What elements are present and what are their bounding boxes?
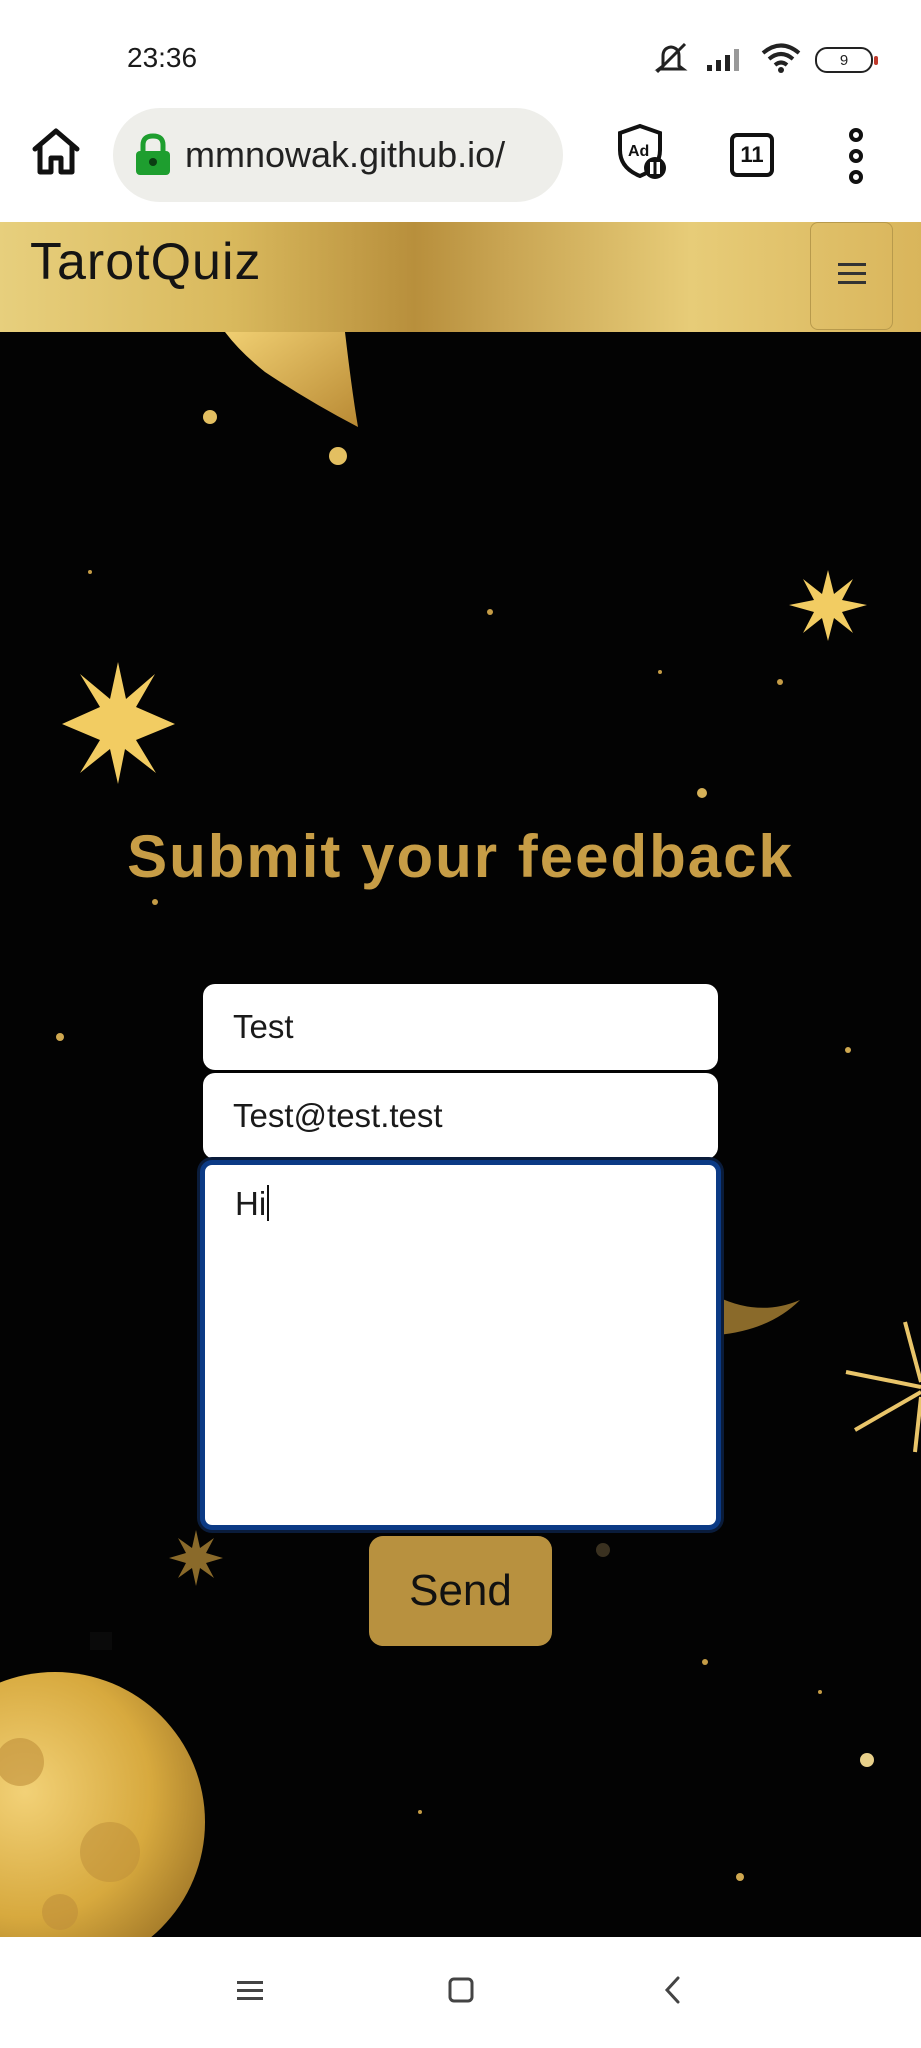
signal-icon <box>705 43 747 77</box>
hamburger-icon <box>837 257 867 295</box>
status-bar: 23:36 9 <box>0 0 921 100</box>
star-left <box>62 662 175 784</box>
site-navbar: TarotQuiz <box>0 222 921 332</box>
back-button[interactable] <box>648 1967 698 2017</box>
battery-icon: 9 <box>815 47 878 73</box>
adblock-button[interactable]: Ad <box>612 122 672 186</box>
name-input[interactable]: Test <box>203 984 718 1070</box>
site-brand[interactable]: TarotQuiz <box>30 232 262 292</box>
crescent-moon-middle <box>718 1297 800 1335</box>
more-icon-dot <box>849 128 863 142</box>
address-bar[interactable]: mmnowak.github.io/ <box>113 108 563 202</box>
home-icon <box>30 127 82 181</box>
more-icon-dot <box>849 149 863 163</box>
email-input[interactable]: Test@test.test <box>203 1073 718 1159</box>
star-right <box>789 570 867 641</box>
feedback-section: Submit your feedback Test Test@test.test… <box>0 332 921 1937</box>
wifi-icon <box>761 42 801 78</box>
home-square-icon <box>447 1976 475 2008</box>
tabs-button[interactable]: 11 <box>730 133 774 177</box>
send-button[interactable]: Send <box>369 1536 552 1646</box>
system-navigation-bar <box>0 1937 921 2048</box>
message-text: Hi <box>235 1185 267 1222</box>
crescent-moon-top <box>225 332 358 427</box>
home-button[interactable] <box>26 124 86 184</box>
system-home-button[interactable] <box>436 1967 486 2017</box>
back-icon <box>662 1975 684 2009</box>
message-textarea[interactable]: Hi <box>200 1160 721 1530</box>
lock-icon <box>131 133 175 177</box>
sparkle-right <box>845 1321 921 1453</box>
nav-toggle-button[interactable] <box>810 222 893 330</box>
url-text: mmnowak.github.io/ <box>185 134 506 175</box>
mute-icon <box>651 40 691 80</box>
adblock-icon: Ad <box>615 122 669 186</box>
status-time: 23:36 <box>127 42 198 73</box>
star-small <box>169 1530 223 1586</box>
text-caret <box>267 1185 270 1221</box>
more-icon-dot <box>849 170 863 184</box>
golden-planet <box>0 1672 205 1937</box>
more-menu-button[interactable] <box>838 128 874 184</box>
feedback-heading: Submit your feedback <box>127 823 794 890</box>
recents-button[interactable] <box>225 1967 275 2017</box>
status-icons: 9 <box>651 40 878 80</box>
svg-text:Ad: Ad <box>628 143 649 160</box>
recents-icon <box>236 1978 264 2006</box>
browser-toolbar: mmnowak.github.io/ Ad 11 <box>0 100 921 222</box>
